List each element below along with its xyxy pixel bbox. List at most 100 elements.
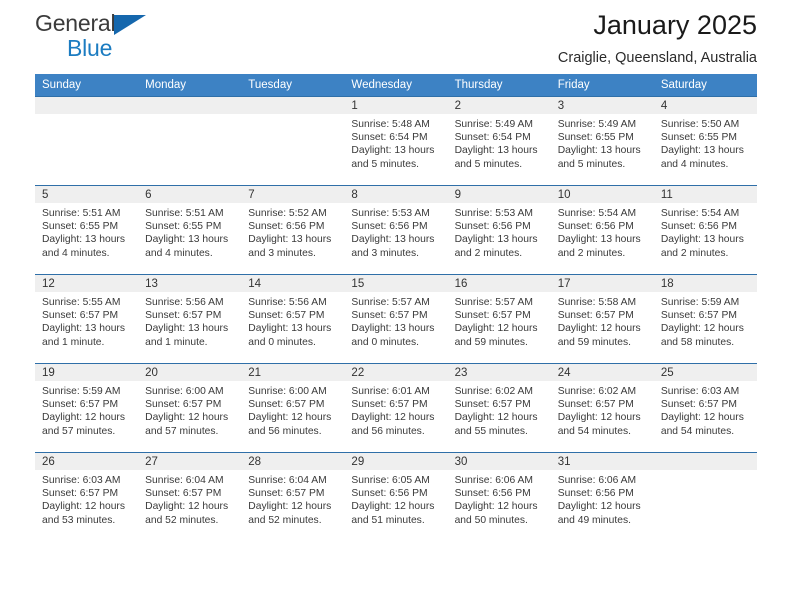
sunrise-time: Sunrise: 5:53 AM: [351, 208, 430, 219]
daylight-duration-line1: Daylight: 12 hours: [454, 501, 538, 513]
day-number: 14: [241, 275, 345, 292]
calendar-day-cell[interactable]: 4 Sunrise: 5:50 AM Sunset: 6:55 PM Daylight…: [653, 96, 757, 186]
calendar-day-cell[interactable]: 3 Sunrise: 5:49 AM Sunset: 6:55 PM Daylight…: [550, 96, 654, 186]
calendar-day-cell[interactable]: 18 Sunrise: 5:59 AM Sunset: 6:57 PM Dayligh…: [653, 274, 757, 364]
daylight-duration-line1: Daylight: 13 hours: [42, 323, 125, 335]
sunset-time: Sunset: 6:57 PM: [248, 399, 325, 411]
title-block: January 2025 Craiglie, Queensland, Austr…: [558, 0, 757, 68]
daylight-duration-line1: Daylight: 12 hours: [351, 501, 435, 513]
calendar-day-cell[interactable]: 24 Sunrise: 6:02 AM Sunset: 6:57 PM Dayligh…: [550, 363, 654, 453]
sunset-time: Sunset: 6:57 PM: [145, 310, 222, 322]
calendar-day-cell[interactable]: 23 Sunrise: 6:02 AM Sunset: 6:57 PM Dayligh…: [447, 363, 551, 453]
page-header: General Blue January 2025 Craiglie, Quee…: [35, 0, 757, 74]
sunrise-time: Sunrise: 5:48 AM: [351, 119, 430, 130]
day-number: 11: [653, 186, 757, 203]
calendar-day-cell[interactable]: 17 Sunrise: 5:58 AM Sunset: 6:57 PM Dayligh…: [550, 274, 654, 364]
daylight-duration-line2: and 2 minutes.: [454, 247, 523, 259]
daylight-duration-line2: and 1 minute.: [42, 336, 105, 348]
sunset-time: Sunset: 6:55 PM: [660, 132, 737, 144]
day-details: Sunrise: 5:57 AM Sunset: 6:57 PM Daylight:…: [344, 292, 447, 349]
calendar-day-cell[interactable]: 21 Sunrise: 6:00 AM Sunset: 6:57 PM Dayligh…: [241, 363, 345, 453]
sunrise-time: Sunrise: 6:00 AM: [145, 386, 224, 397]
daylight-duration-line2: and 2 minutes.: [557, 247, 626, 259]
day-number: 24: [550, 364, 654, 381]
calendar-day-cell[interactable]: 28 Sunrise: 6:04 AM Sunset: 6:57 PM Dayligh…: [241, 452, 345, 542]
calendar-day-cell[interactable]: 13 Sunrise: 5:56 AM Sunset: 6:57 PM Dayligh…: [138, 274, 242, 364]
calendar-day-cell[interactable]: 6 Sunrise: 5:51 AM Sunset: 6:55 PM Daylight…: [138, 185, 242, 275]
calendar-day-cell[interactable]: 5 Sunrise: 5:51 AM Sunset: 6:55 PM Daylight…: [35, 185, 139, 275]
calendar-day-cell[interactable]: 26 Sunrise: 6:03 AM Sunset: 6:57 PM Dayligh…: [35, 452, 139, 542]
calendar-day-cell[interactable]: 16 Sunrise: 5:57 AM Sunset: 6:57 PM Dayligh…: [447, 274, 551, 364]
calendar-day-cell[interactable]: 12 Sunrise: 5:55 AM Sunset: 6:57 PM Dayligh…: [35, 274, 139, 364]
calendar-day-cell[interactable]: 14 Sunrise: 5:56 AM Sunset: 6:57 PM Dayligh…: [241, 274, 345, 364]
calendar-weekday-header-row: Sunday Monday Tuesday Wednesday Thursday…: [35, 74, 757, 97]
day-details: Sunrise: 6:02 AM Sunset: 6:57 PM Daylight:…: [448, 381, 551, 438]
calendar-day-cell[interactable]: 10 Sunrise: 5:54 AM Sunset: 6:56 PM Dayligh…: [550, 185, 654, 275]
daylight-duration-line1: Daylight: 13 hours: [248, 323, 332, 335]
calendar-day-cell[interactable]: 2 Sunrise: 5:49 AM Sunset: 6:54 PM Daylight…: [447, 96, 551, 186]
calendar-page: General Blue January 2025 Craiglie, Quee…: [0, 0, 792, 612]
logo-text-blue: Blue: [67, 35, 113, 61]
day-details: Sunrise: 5:59 AM Sunset: 6:57 PM Daylight:…: [654, 292, 757, 349]
day-details: Sunrise: 5:54 AM Sunset: 6:56 PM Daylight:…: [551, 203, 654, 260]
sunset-time: Sunset: 6:57 PM: [145, 488, 222, 500]
day-details: Sunrise: 5:59 AM Sunset: 6:57 PM Daylight:…: [35, 381, 138, 438]
daylight-duration-line1: Daylight: 13 hours: [454, 234, 538, 246]
daylight-duration-line2: and 55 minutes.: [454, 425, 528, 437]
sunset-time: Sunset: 6:57 PM: [454, 399, 531, 411]
day-number: [35, 97, 139, 114]
calendar-day-cell[interactable]: 15 Sunrise: 5:57 AM Sunset: 6:57 PM Dayligh…: [344, 274, 448, 364]
calendar-day-cell[interactable]: 25 Sunrise: 6:03 AM Sunset: 6:57 PM Dayligh…: [653, 363, 757, 453]
day-details: Sunrise: 5:50 AM Sunset: 6:55 PM Daylight:…: [654, 114, 757, 171]
day-number: 1: [344, 97, 448, 114]
calendar-body: 1 Sunrise: 5:48 AM Sunset: 6:54 PM Daylight…: [35, 96, 757, 542]
calendar-day-cell[interactable]: 31 Sunrise: 6:06 AM Sunset: 6:56 PM Dayligh…: [550, 452, 654, 542]
sunrise-time: Sunrise: 5:52 AM: [248, 208, 327, 219]
weekday-header-wednesday: Wednesday: [344, 74, 448, 97]
daylight-duration-line1: Daylight: 13 hours: [660, 145, 744, 157]
daylight-duration-line1: Daylight: 13 hours: [557, 145, 641, 157]
calendar-week-row: 1 Sunrise: 5:48 AM Sunset: 6:54 PM Daylight…: [35, 96, 757, 186]
day-details: Sunrise: 6:06 AM Sunset: 6:56 PM Daylight:…: [551, 470, 654, 527]
day-details: Sunrise: 5:53 AM Sunset: 6:56 PM Daylight:…: [344, 203, 447, 260]
page-subtitle-location: Craiglie, Queensland, Australia: [557, 50, 757, 66]
calendar-day-cell-empty: [653, 452, 757, 542]
daylight-duration-line2: and 3 minutes.: [351, 247, 419, 259]
day-number: 6: [138, 186, 242, 203]
daylight-duration-line2: and 5 minutes.: [454, 158, 523, 170]
day-number: 15: [344, 275, 448, 292]
day-number: 30: [447, 453, 551, 470]
logo-triangle-icon: [114, 15, 146, 35]
calendar-day-cell[interactable]: 11 Sunrise: 5:54 AM Sunset: 6:56 PM Dayligh…: [653, 185, 757, 275]
day-details: Sunrise: 6:00 AM Sunset: 6:57 PM Daylight:…: [138, 381, 241, 438]
calendar-day-cell[interactable]: 22 Sunrise: 6:01 AM Sunset: 6:57 PM Dayligh…: [344, 363, 448, 453]
day-number: 21: [241, 364, 345, 381]
daylight-duration-line2: and 52 minutes.: [145, 514, 219, 526]
daylight-duration-line2: and 56 minutes.: [248, 425, 322, 437]
day-number: [138, 97, 242, 114]
day-number: 29: [344, 453, 448, 470]
calendar-day-cell[interactable]: 1 Sunrise: 5:48 AM Sunset: 6:54 PM Daylight…: [344, 96, 448, 186]
sunset-time: Sunset: 6:54 PM: [454, 132, 531, 144]
calendar-day-cell[interactable]: 30 Sunrise: 6:06 AM Sunset: 6:56 PM Dayligh…: [447, 452, 551, 542]
sunset-time: Sunset: 6:55 PM: [42, 221, 119, 233]
calendar-day-cell[interactable]: 19 Sunrise: 5:59 AM Sunset: 6:57 PM Dayligh…: [35, 363, 139, 453]
day-details: Sunrise: 5:48 AM Sunset: 6:54 PM Daylight:…: [344, 114, 447, 171]
sunset-time: Sunset: 6:57 PM: [660, 310, 737, 322]
day-number: 19: [35, 364, 139, 381]
sunset-time: Sunset: 6:56 PM: [454, 488, 531, 500]
day-details: Sunrise: 5:53 AM Sunset: 6:56 PM Daylight:…: [448, 203, 551, 260]
calendar-day-cell[interactable]: 27 Sunrise: 6:04 AM Sunset: 6:57 PM Dayligh…: [138, 452, 242, 542]
daylight-duration-line1: Daylight: 13 hours: [145, 323, 229, 335]
daylight-duration-line1: Daylight: 13 hours: [351, 234, 435, 246]
calendar-day-cell[interactable]: 9 Sunrise: 5:53 AM Sunset: 6:56 PM Daylight…: [447, 185, 551, 275]
sunrise-time: Sunrise: 6:02 AM: [557, 386, 637, 397]
calendar-day-cell[interactable]: 20 Sunrise: 6:00 AM Sunset: 6:57 PM Dayligh…: [138, 363, 242, 453]
weekday-header-saturday: Saturday: [653, 74, 757, 97]
day-details: Sunrise: 5:49 AM Sunset: 6:54 PM Daylight:…: [448, 114, 551, 171]
calendar-day-cell[interactable]: 7 Sunrise: 5:52 AM Sunset: 6:56 PM Daylight…: [241, 185, 345, 275]
day-number: 5: [35, 186, 139, 203]
calendar-day-cell[interactable]: 8 Sunrise: 5:53 AM Sunset: 6:56 PM Daylight…: [344, 185, 448, 275]
sunset-time: Sunset: 6:56 PM: [351, 488, 428, 500]
calendar-day-cell[interactable]: 29 Sunrise: 6:05 AM Sunset: 6:56 PM Dayligh…: [344, 452, 448, 542]
